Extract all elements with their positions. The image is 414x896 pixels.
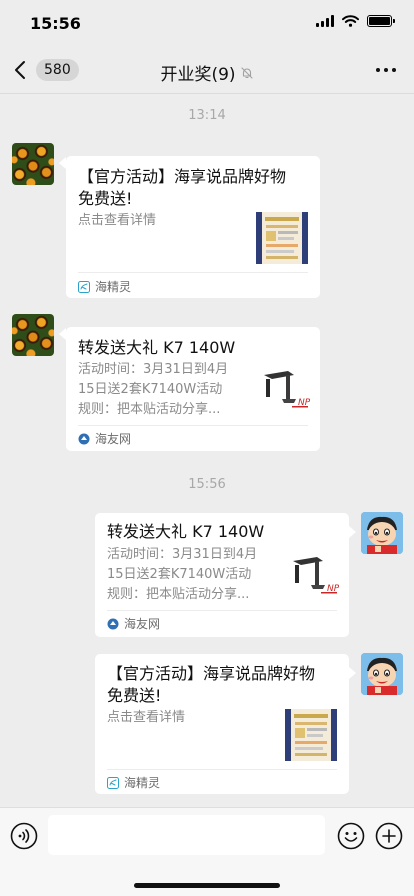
bubble-tail (59, 328, 66, 340)
card-title: 转发送大礼 K7 140W (107, 522, 265, 541)
product-lamp-image: NP (293, 557, 340, 594)
message-text-input[interactable] (48, 815, 325, 855)
card-title: 免费送! (107, 686, 162, 705)
sender-avatar[interactable] (12, 143, 54, 185)
poster-thumbnail-image (256, 212, 308, 264)
more-options-button[interactable] (376, 68, 396, 72)
card-description: 活动时间：3月31日到4月 (107, 547, 258, 562)
emoji-button[interactable] (337, 822, 365, 850)
card-title: 免费送! (78, 189, 133, 208)
card-thumbnail: NP (258, 361, 311, 413)
my-avatar[interactable] (361, 512, 403, 554)
bubble-tail (349, 667, 356, 679)
card-thumbnail: NP (287, 547, 340, 599)
link-card-repost-gift[interactable]: 转发送大礼 K7 140W 活动时间：3月31日到4月 15日送2套K7140W… (66, 327, 320, 451)
card-divider (78, 272, 308, 273)
link-card-repost-gift-sent[interactable]: 转发送大礼 K7 140W 活动时间：3月31日到4月 15日送2套K7140W… (95, 513, 349, 637)
cartoon-boy-avatar (361, 512, 403, 554)
card-source-name: 海精灵 (95, 280, 132, 294)
home-indicator[interactable] (134, 883, 280, 888)
site-logo-icon (78, 433, 90, 444)
voice-icon (10, 822, 38, 850)
card-source: 海友网 (78, 430, 131, 447)
my-avatar[interactable] (361, 653, 403, 695)
emoji-icon (337, 822, 365, 850)
cartoon-boy-avatar (361, 653, 403, 695)
card-description: 活动时间：3月31日到4月 (78, 362, 229, 377)
card-description: 规则：把本贴活动分享... (107, 587, 250, 602)
status-bar: 15:56 (0, 0, 414, 48)
site-logo-icon (107, 618, 119, 629)
card-title: 转发送大礼 K7 140W (78, 338, 236, 357)
card-title: 【官方活动】海享说品牌好物 (107, 664, 316, 683)
ellipsis-dot (392, 68, 396, 72)
status-time: 15:56 (30, 14, 81, 33)
plus-circle-icon (375, 822, 403, 850)
bubble-tail (59, 157, 66, 169)
card-description: 规则：把本贴活动分享... (78, 402, 221, 417)
link-card-official-activity-sent[interactable]: 【官方活动】海享说品牌好物 免费送! 点击查看详情 海精灵 (95, 654, 349, 794)
card-source-name: 海友网 (95, 432, 132, 446)
card-description: 点击查看详情 (78, 213, 157, 228)
card-divider (107, 769, 337, 770)
chat-message-list[interactable]: 13:14 【官方活动】海享说品牌好物 免费送! 点击查看详情 海精灵 转发送大… (0, 95, 414, 807)
card-description: 15日送2套K7140W活动 (107, 567, 252, 582)
card-source-name: 海友网 (124, 617, 161, 631)
add-more-button[interactable] (375, 822, 403, 850)
chat-title-group: 开业奖(9) (0, 60, 414, 85)
card-description: 点击查看详情 (107, 710, 186, 725)
battery-icon (367, 15, 395, 27)
chat-header: 580 开业奖(9) (0, 48, 414, 94)
poster-thumbnail-image (285, 709, 337, 761)
card-title: 【官方活动】海享说品牌好物 (78, 167, 287, 186)
card-source-name: 海精灵 (124, 776, 161, 790)
card-source: 海友网 (107, 615, 160, 632)
ellipsis-dot (384, 68, 388, 72)
card-thumbnail (285, 709, 337, 761)
product-lamp-image: NP (264, 371, 311, 408)
time-divider: 13:14 (188, 108, 226, 123)
card-description: 15日送2套K7140W活动 (78, 382, 223, 397)
mini-program-icon (107, 776, 119, 789)
chat-title: 开业奖(9) (160, 65, 236, 85)
card-divider (107, 610, 337, 611)
ellipsis-dot (376, 68, 380, 72)
mini-program-icon (78, 280, 90, 293)
time-divider: 15:56 (188, 477, 226, 492)
card-source: 海精灵 (78, 278, 131, 295)
link-card-official-activity[interactable]: 【官方活动】海享说品牌好物 免费送! 点击查看详情 海精灵 (66, 156, 320, 298)
voice-button[interactable] (10, 822, 38, 850)
sender-avatar[interactable] (12, 314, 54, 356)
wifi-icon (342, 15, 359, 27)
card-thumbnail (256, 212, 308, 264)
cellular-signal-icon (316, 15, 334, 27)
mute-bell-icon (240, 66, 253, 79)
status-icons (316, 15, 395, 27)
card-divider (78, 425, 308, 426)
bubble-tail (349, 526, 356, 538)
card-source: 海精灵 (107, 774, 160, 791)
